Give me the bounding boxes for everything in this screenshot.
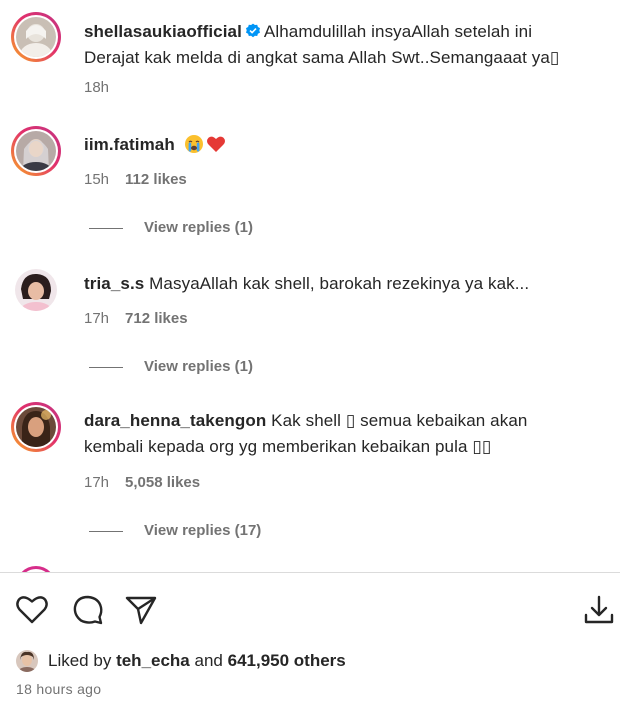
comment-text-continued: kembali kepada org yg memberikan kebaika… [84,437,492,456]
view-replies-button[interactable]: View replies (17) [89,521,261,541]
comment-text: Kak shell ▯ semua kebaikan akan [271,411,528,430]
comment-body: iim.fatimah [84,132,604,158]
red-heart-icon [206,136,225,152]
comment-text: Alhamdulillah insyaAllah setelah ini [263,22,533,41]
replies-divider-line [89,366,123,368]
comment-username[interactable]: iim.fatimah [84,135,175,154]
avatar-iim-fatimah[interactable] [11,126,61,176]
crying-face-icon [184,135,203,153]
share-icon[interactable] [124,593,158,627]
comments-list: shellasaukiaofficial Alhamdulillah insyaA… [0,0,620,572]
comment-text-continued: Derajat kak melda di angkat sama Allah S… [84,48,560,67]
liked-by-avatar [16,650,38,672]
avatar-dara-henna-takengon[interactable] [11,402,61,452]
avatar-tria-s-s[interactable] [11,265,61,315]
view-replies-button[interactable]: View replies (1) [89,357,253,377]
comment-time: 17h [84,310,110,327]
liked-by-mid: and [194,651,223,670]
view-replies-label: View replies (1) [144,219,253,236]
verified-badge-icon [245,23,260,38]
comment-username[interactable]: dara_henna_takengon [84,411,266,430]
comment-icon[interactable] [71,593,105,627]
view-replies-button[interactable]: View replies (1) [89,218,253,238]
comment-text: MasyaAllah kak shell, barokah rezekinya … [149,274,530,293]
post-actions-bar: Liked by teh_echa and 641,950 others 18 … [0,573,620,709]
comment-meta: 17h 712 likes [84,309,204,329]
view-replies-label: View replies (1) [144,358,253,375]
post-timestamp: 18 hours ago [16,681,102,697]
comment-body: dara_henna_takengon Kak shell ▯ semua ke… [84,408,604,460]
view-replies-label: View replies (17) [144,522,262,539]
comment-time: 15h [84,171,110,188]
liked-by-summary[interactable]: Liked by teh_echa and 641,950 others [16,649,346,673]
comment-meta: 15h 112 likes [84,170,203,190]
comment-time: 17h [84,474,110,491]
comment-username[interactable]: tria_s.s [84,274,144,293]
comment-body: tria_s.s MasyaAllah kak shell, barokah r… [84,271,604,297]
comment-time: 18h [84,79,110,96]
replies-divider-line [89,530,123,532]
download-icon[interactable] [582,593,616,627]
liked-by-user[interactable]: teh_echa [116,649,190,673]
comment-username[interactable]: shellasaukiaofficial [84,22,242,41]
comment-body: shellasaukiaofficial Alhamdulillah insyaA… [84,19,604,71]
comment-likes[interactable]: 712 likes [125,310,188,327]
comment-likes[interactable]: 5,058 likes [125,474,200,491]
replies-divider-line [89,227,123,229]
liked-by-count[interactable]: 641,950 others [228,649,346,673]
avatar-shellasaukiaofficial[interactable] [11,12,61,62]
liked-by-prefix: Liked by [48,651,112,670]
comment-meta: 17h 5,058 likes [84,473,216,493]
comment-meta: 18h [84,78,125,98]
comment-likes[interactable]: 112 likes [125,171,187,188]
heart-icon[interactable] [15,593,49,627]
